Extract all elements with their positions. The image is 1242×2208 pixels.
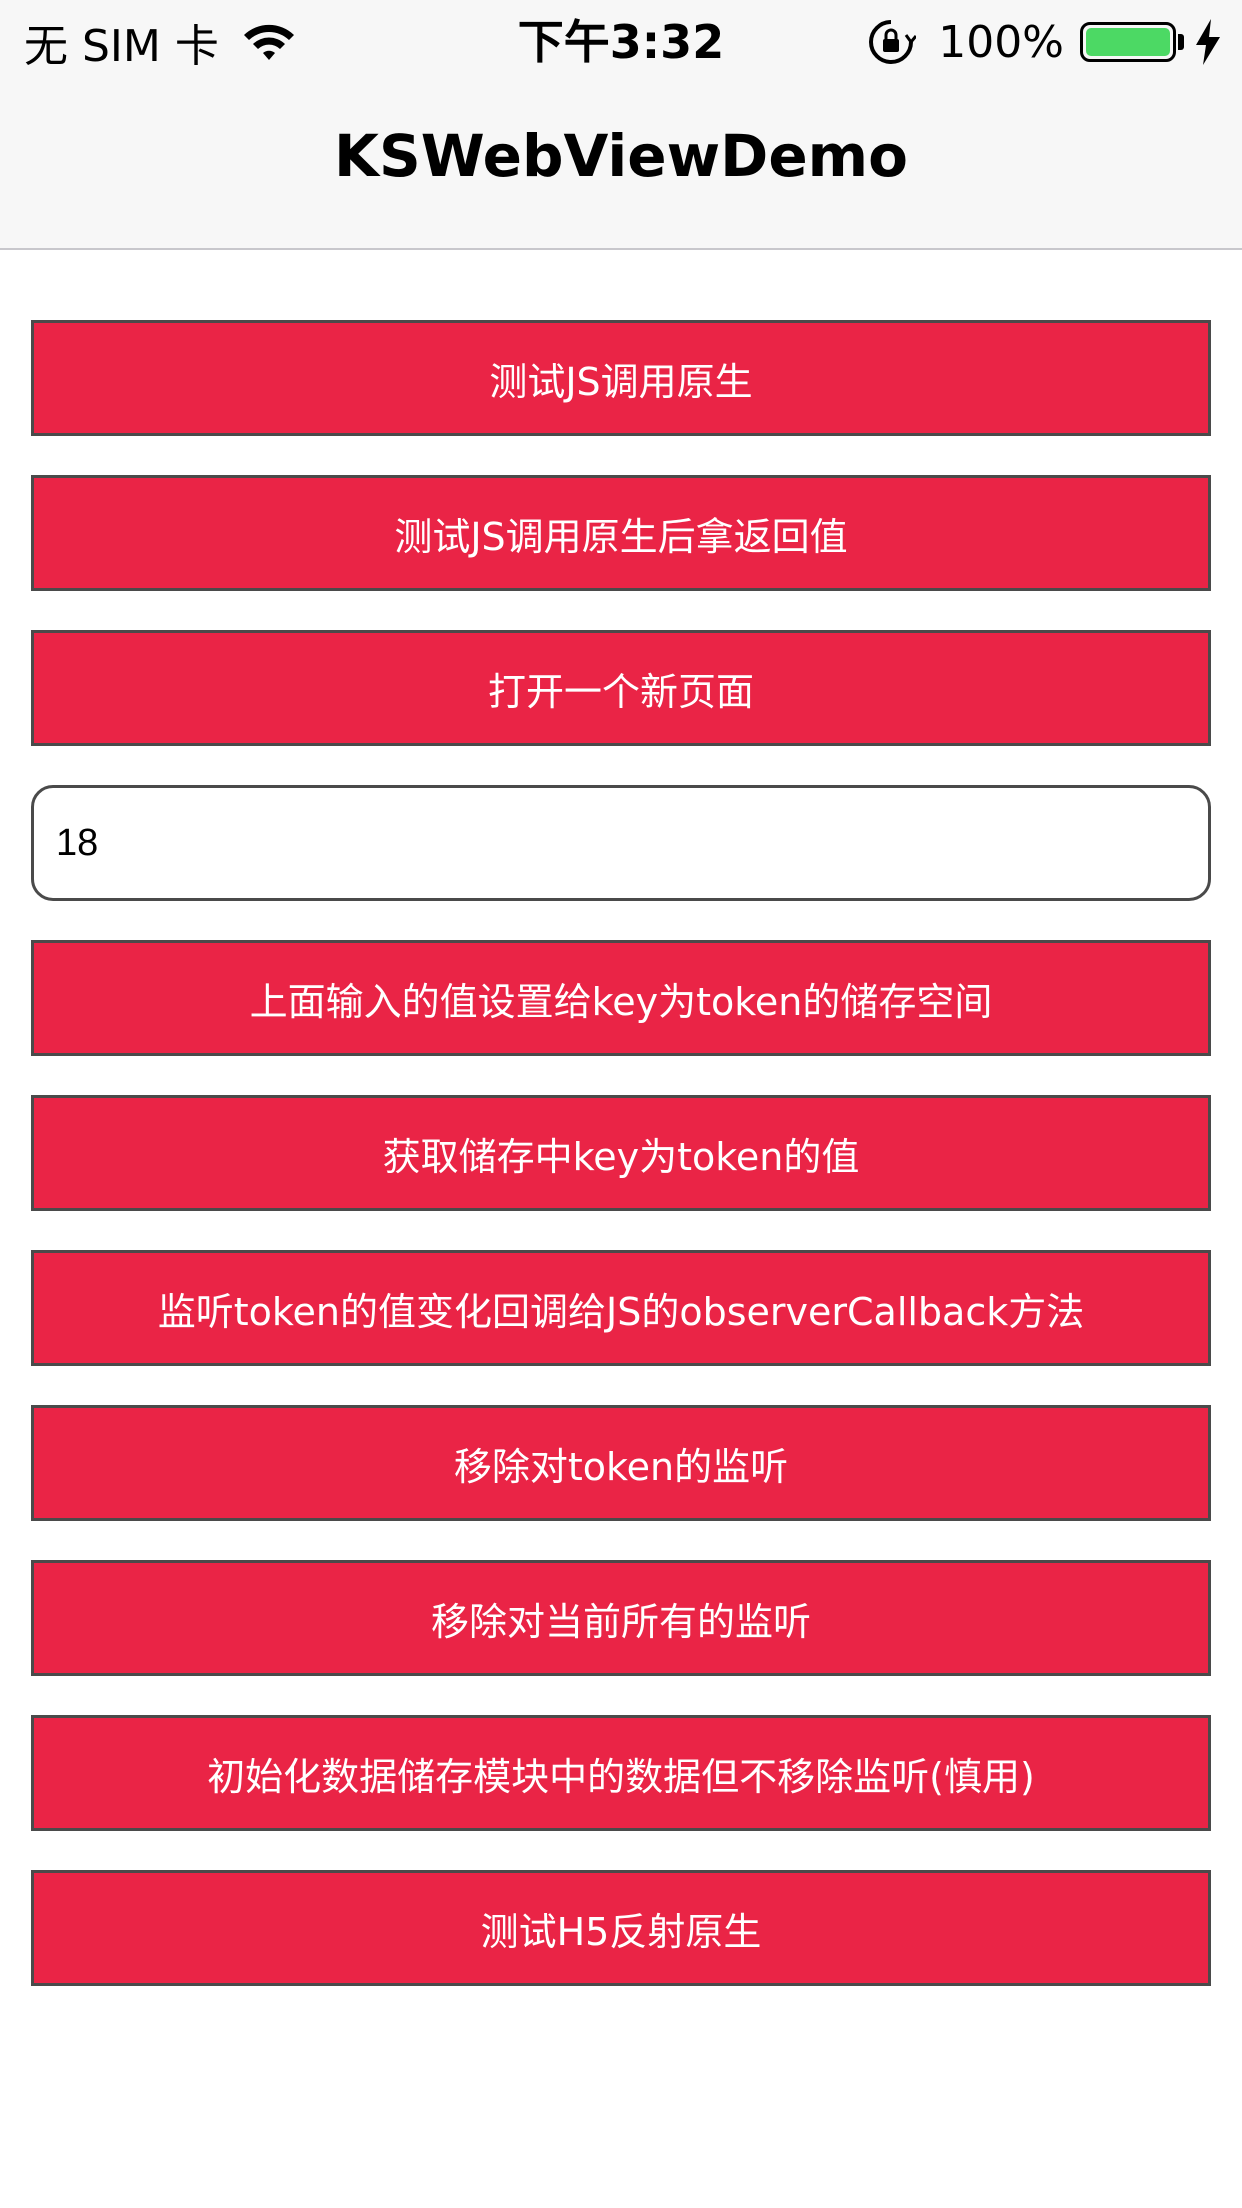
charging-bolt-icon — [1196, 19, 1220, 65]
test-h5-reflect-native-button[interactable]: 测试H5反射原生 — [31, 1870, 1211, 1986]
set-token-button[interactable]: 上面输入的值设置给key为token的储存空间 — [31, 940, 1211, 1056]
observe-token-button[interactable]: 监听token的值变化回调给JS的observerCallback方法 — [31, 1250, 1211, 1366]
battery-icon — [1080, 22, 1176, 62]
status-bar: 无 SIM 卡 下午3:32 100% — [0, 0, 1242, 84]
remove-token-observer-button[interactable]: 移除对token的监听 — [31, 1405, 1211, 1521]
test-js-call-native-return-button[interactable]: 测试JS调用原生后拿返回值 — [31, 475, 1211, 591]
battery-tip — [1178, 34, 1184, 50]
token-input-wrapper — [31, 785, 1211, 901]
main-content: 测试JS调用原生 测试JS调用原生后拿返回值 打开一个新页面 上面输入的值设置给… — [31, 320, 1211, 2025]
reset-storage-button[interactable]: 初始化数据储存模块中的数据但不移除监听(慎用) — [31, 1715, 1211, 1831]
open-new-page-button[interactable]: 打开一个新页面 — [31, 630, 1211, 746]
get-token-button[interactable]: 获取储存中key为token的值 — [31, 1095, 1211, 1211]
test-js-call-native-button[interactable]: 测试JS调用原生 — [31, 320, 1211, 436]
remove-all-observers-button[interactable]: 移除对当前所有的监听 — [31, 1560, 1211, 1676]
orientation-lock-icon — [869, 20, 917, 64]
navigation-bar: KSWebViewDemo — [0, 84, 1242, 250]
token-value-input[interactable] — [31, 785, 1211, 901]
battery-percent: 100% — [938, 16, 1064, 68]
page-title: KSWebViewDemo — [334, 122, 908, 190]
battery-fill — [1086, 28, 1170, 56]
status-right: 100% — [866, 12, 1222, 72]
